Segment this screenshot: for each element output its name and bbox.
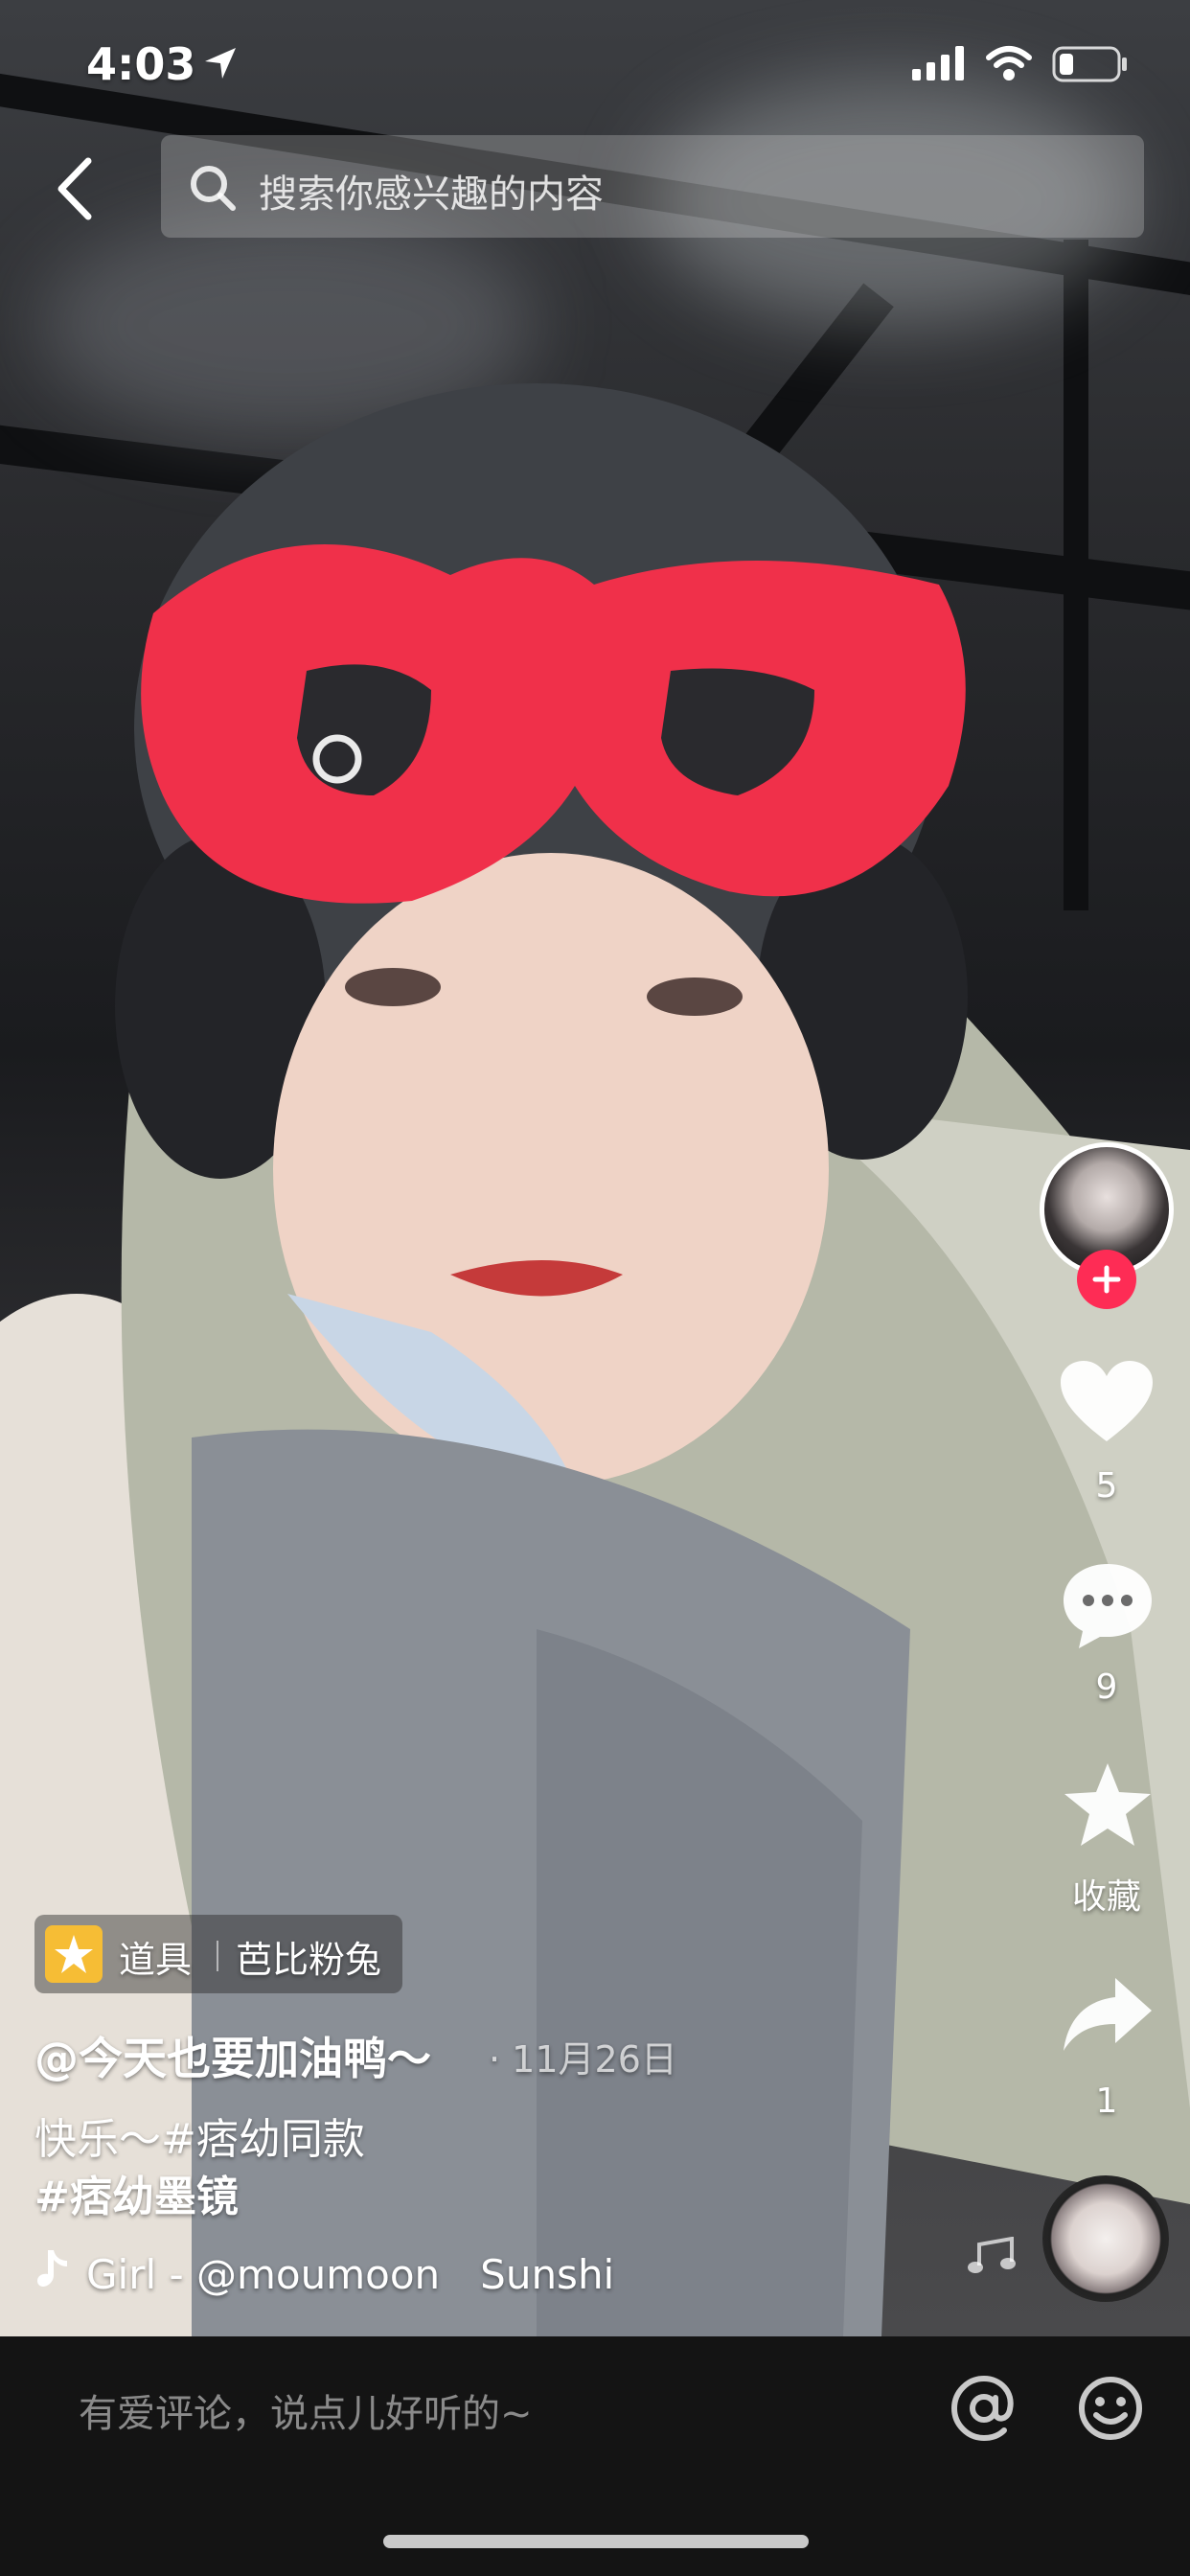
emoji-face-icon[interactable]	[1077, 2375, 1144, 2442]
cellular-signal-icon	[912, 46, 964, 80]
wifi-icon	[986, 46, 1032, 80]
back-arrow-icon[interactable]	[46, 155, 103, 222]
comment-bubble-icon[interactable]	[1062, 1562, 1154, 1650]
author-name[interactable]: @今天也要加油鸭～	[34, 2024, 431, 2087]
prop-effect-icon	[45, 1925, 103, 1983]
prop-name: 芭比粉兔	[236, 1939, 382, 1981]
favorite-star-icon[interactable]	[1062, 1761, 1154, 1850]
battery-icon	[1052, 46, 1127, 82]
video-description: 快乐～#痞幼同款	[34, 2115, 365, 2164]
search-placeholder[interactable]: 搜索你感兴趣的内容	[259, 163, 604, 218]
music-notes-icon	[968, 2237, 1016, 2273]
comment-count: 9	[1095, 1668, 1118, 1707]
status-time: 4:03	[86, 38, 196, 90]
tiktok-music-icon	[37, 2250, 67, 2287]
share-count: 1	[1095, 2082, 1118, 2121]
music-title[interactable]: Girl - @moumoon Sunshi	[86, 2242, 614, 2301]
comment-input[interactable]: 有爱评论，说点儿好听的~	[79, 2382, 533, 2438]
post-date: · 11月26日	[489, 2038, 677, 2081]
search-icon	[191, 166, 236, 211]
favorite-label: 收藏	[1071, 1877, 1141, 1917]
music-disc[interactable]	[1042, 2175, 1169, 2302]
location-arrow-icon	[205, 48, 236, 79]
prop-divider	[217, 1941, 218, 1971]
hashtag-link[interactable]: #痞幼墨镜	[34, 2162, 239, 2223]
like-count: 5	[1095, 1466, 1118, 1506]
share-arrow-icon[interactable]	[1062, 1976, 1154, 2053]
like-heart-icon[interactable]	[1059, 1359, 1155, 1445]
home-indicator	[383, 2535, 809, 2548]
plus-icon	[1092, 1265, 1121, 1294]
mention-at-icon[interactable]	[950, 2375, 1018, 2442]
prop-label: 道具	[119, 1939, 193, 1981]
